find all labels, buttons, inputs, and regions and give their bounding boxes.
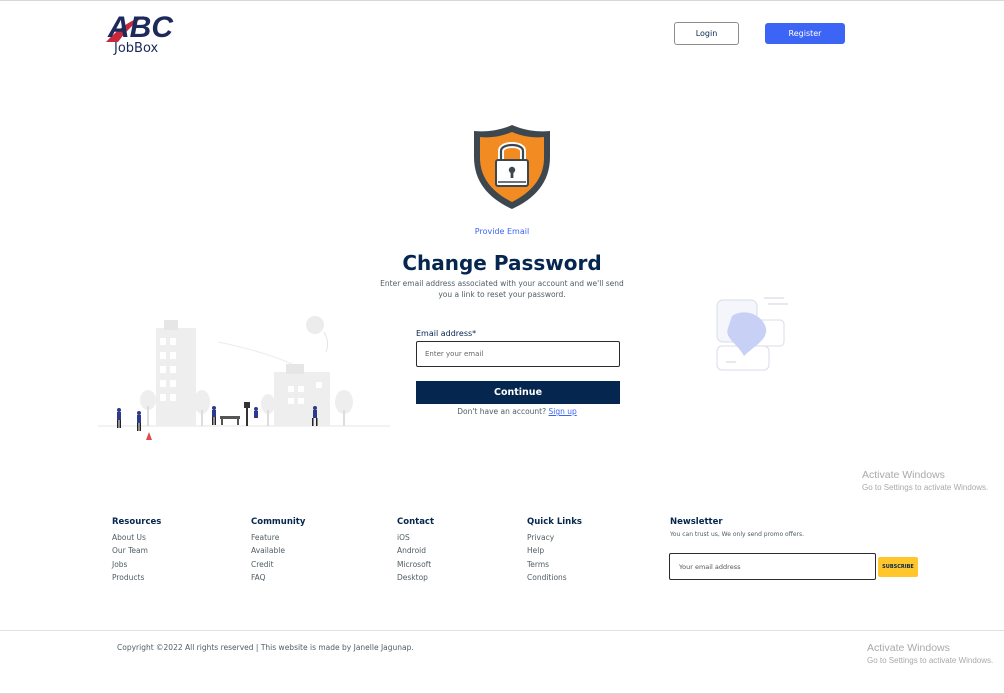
footer-link[interactable]: Microsoft [397, 558, 434, 571]
footer-column-contact: Contact iOS Android Microsoft Desktop [397, 517, 434, 584]
footer-link[interactable]: Products [112, 571, 161, 584]
footer-heading: Contact [397, 517, 435, 527]
logo-mark: ABC [107, 11, 174, 44]
copyright-text: Copyright ©2022 All rights reserved | Th… [117, 643, 414, 652]
signup-link[interactable]: Sign up [549, 407, 577, 416]
watermark-subtitle: Go to Settings to activate Windows. [867, 656, 994, 665]
footer-heading: Community [251, 517, 306, 527]
logo-mark-icon: ABC [106, 11, 174, 44]
logo[interactable]: ABC JobBox [104, 8, 180, 58]
city-illustration [98, 312, 390, 442]
page-subtitle: Enter email address associated with your… [380, 279, 624, 299]
activate-windows-watermark: Activate Windows Go to Settings to activ… [862, 469, 988, 492]
footer-link[interactable]: Help [527, 544, 582, 557]
footer-divider [0, 630, 1004, 631]
footer-link[interactable]: Feature [251, 531, 305, 544]
provide-email-tag: Provide Email [474, 227, 530, 236]
page-title: Change Password [402, 251, 602, 275]
footer-heading: Resources [112, 517, 162, 527]
register-button[interactable]: Register [765, 23, 845, 44]
footer-link[interactable]: Desktop [397, 571, 434, 584]
email-label: Email address* [416, 329, 477, 338]
footer-column-quick-links: Quick Links Privacy Help Terms Condition… [527, 517, 582, 584]
watermark-title: Activate Windows [867, 642, 950, 654]
footer-link[interactable]: iOS [397, 531, 434, 544]
footer-link[interactable]: About Us [112, 531, 161, 544]
shield-lock-icon [472, 123, 552, 211]
continue-button[interactable]: Continue [416, 381, 620, 404]
footer-link[interactable]: Available [251, 544, 305, 557]
footer-link[interactable]: Privacy [527, 531, 582, 544]
signup-prompt: Don't have an account? [457, 407, 547, 416]
newsletter-heading: Newsletter [670, 517, 723, 527]
logo-text: JobBox [114, 41, 159, 56]
footer-link[interactable]: Credit [251, 558, 305, 571]
footer-newsletter: Newsletter You can trust us, We only sen… [670, 517, 804, 538]
footer-column-community: Community Feature Available Credit FAQ [251, 517, 305, 584]
footer-link[interactable]: FAQ [251, 571, 305, 584]
footer-column-resources: Resources About Us Our Team Jobs Product… [112, 517, 161, 584]
footer-link[interactable]: Terms [527, 558, 582, 571]
footer-link[interactable]: Conditions [527, 571, 582, 584]
watermark-title: Activate Windows [862, 469, 945, 481]
footer-heading: Quick Links [527, 517, 582, 527]
watermark-subtitle: Go to Settings to activate Windows. [862, 483, 989, 492]
email-input[interactable] [416, 341, 620, 367]
activate-windows-watermark-bottom: Activate Windows Go to Settings to activ… [867, 642, 993, 665]
footer-link[interactable]: Jobs [112, 558, 161, 571]
newsletter-text: You can trust us, We only send promo off… [670, 531, 805, 538]
decorative-illustration [714, 294, 790, 374]
subscribe-button[interactable]: SUBSCRIBE [878, 557, 918, 577]
footer-link[interactable]: Our Team [112, 544, 161, 557]
footer-link[interactable]: Android [397, 544, 434, 557]
login-button[interactable]: Login [674, 22, 739, 45]
newsletter-email-input[interactable] [669, 553, 876, 580]
